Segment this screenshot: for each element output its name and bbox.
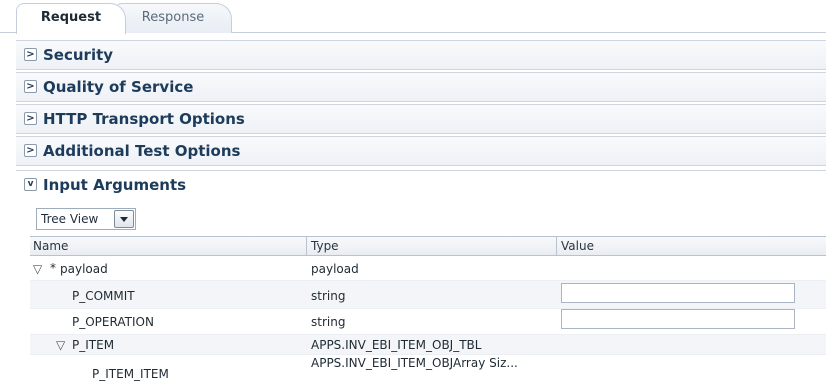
expand-tree-icon[interactable]: ▽ xyxy=(33,262,42,276)
column-header-type[interactable]: Type xyxy=(311,237,339,255)
section-security[interactable]: > Security xyxy=(16,40,826,70)
row-type: payload xyxy=(311,262,359,276)
dropdown-button[interactable] xyxy=(114,210,134,228)
table-row[interactable]: ▽ * payload payload xyxy=(30,258,826,281)
row-type: APPS.INV_EBI_ITEM_OBJArray Siz... xyxy=(311,356,518,370)
tab-request[interactable]: Request xyxy=(16,3,126,34)
p-operation-value-input[interactable] xyxy=(561,309,795,329)
column-header-name[interactable]: Name xyxy=(33,237,68,255)
required-marker: * xyxy=(50,261,56,275)
section-http-transport-options[interactable]: > HTTP Transport Options xyxy=(16,104,826,134)
table-row[interactable]: P_OPERATION string xyxy=(30,309,826,335)
expand-tree-icon[interactable]: ▽ xyxy=(56,338,65,352)
row-name: P_ITEM xyxy=(72,338,115,352)
expand-arrow-icon[interactable]: > xyxy=(24,48,37,61)
section-title: HTTP Transport Options xyxy=(43,110,245,128)
row-name: payload xyxy=(60,262,108,276)
chevron-down-icon xyxy=(120,217,128,222)
row-type: string xyxy=(311,289,346,303)
column-header-value[interactable]: Value xyxy=(561,237,594,255)
tab-bar: Response Request xyxy=(0,0,826,34)
section-additional-test-options[interactable]: > Additional Test Options xyxy=(16,136,826,166)
section-title: Additional Test Options xyxy=(43,142,241,160)
column-divider[interactable] xyxy=(306,237,307,255)
expand-arrow-icon[interactable]: > xyxy=(24,112,37,125)
section-title: Input Arguments xyxy=(43,176,187,194)
table-header: Name Type Value xyxy=(30,236,826,256)
tab-response[interactable]: Response xyxy=(114,3,232,33)
expand-arrow-icon[interactable]: > xyxy=(24,144,37,157)
section-title: Security xyxy=(43,46,114,64)
table-row[interactable]: P_COMMIT string xyxy=(30,281,826,309)
row-type: APPS.INV_EBI_ITEM_OBJ_TBL xyxy=(311,338,482,352)
row-type: string xyxy=(311,315,346,329)
row-name: P_OPERATION xyxy=(72,315,154,329)
table-row[interactable]: P_ITEM_ITEM APPS.INV_EBI_ITEM_OBJArray S… xyxy=(30,355,826,383)
table-row[interactable]: ▽ P_ITEM APPS.INV_EBI_ITEM_OBJ_TBL xyxy=(30,335,826,355)
row-name: P_ITEM_ITEM xyxy=(92,367,169,381)
arguments-tree-table: Name Type Value ▽ * payload payload P_CO… xyxy=(30,236,826,383)
collapse-arrow-icon[interactable]: v xyxy=(24,178,37,191)
view-mode-select[interactable]: Tree View xyxy=(36,208,136,230)
section-input-arguments[interactable]: v Input Arguments xyxy=(16,170,826,200)
column-divider[interactable] xyxy=(556,237,557,255)
expand-arrow-icon[interactable]: > xyxy=(24,80,37,93)
view-mode-value: Tree View xyxy=(41,212,99,226)
row-name: P_COMMIT xyxy=(72,289,135,303)
section-quality-of-service[interactable]: > Quality of Service xyxy=(16,72,826,102)
section-title: Quality of Service xyxy=(43,78,194,96)
p-commit-value-input[interactable] xyxy=(561,283,795,303)
